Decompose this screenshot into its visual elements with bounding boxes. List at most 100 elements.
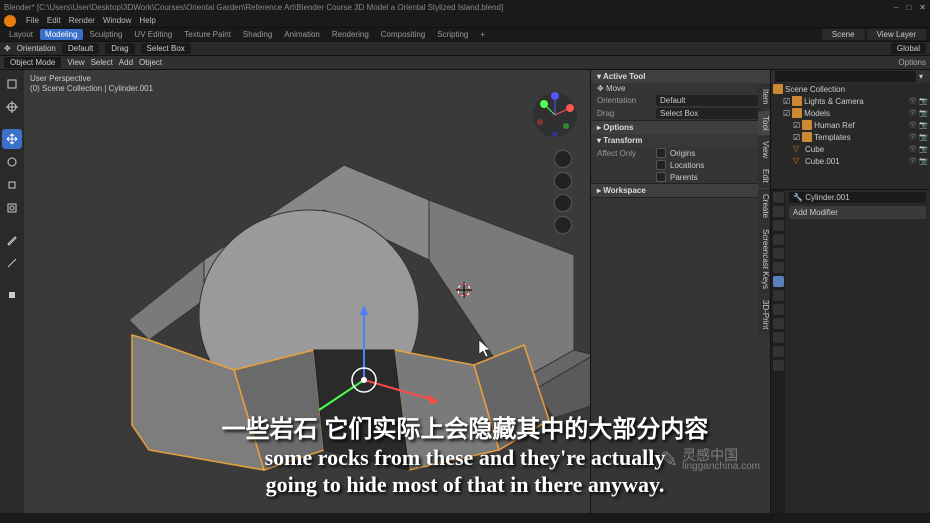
- pan-icon[interactable]: [554, 172, 572, 190]
- tab-compositing[interactable]: Compositing: [376, 29, 430, 40]
- prop-tab-texture[interactable]: [773, 360, 784, 371]
- tool-scale[interactable]: [2, 175, 22, 195]
- tool-annotate[interactable]: [2, 230, 22, 250]
- prop-tab-world[interactable]: [773, 248, 784, 259]
- mode-dropdown[interactable]: Object Mode: [4, 57, 61, 68]
- menu-edit[interactable]: Edit: [47, 16, 61, 25]
- prop-tab-object[interactable]: [773, 262, 784, 273]
- prop-tab-modifiers[interactable]: [773, 276, 784, 287]
- outliner-search[interactable]: [775, 71, 916, 82]
- persp-ortho-icon[interactable]: [554, 216, 572, 234]
- npanel-active-tool-header[interactable]: ▾ Active Tool: [591, 70, 770, 83]
- menu-file[interactable]: File: [26, 16, 39, 25]
- ntab-screencast[interactable]: Screencast Keys: [758, 224, 770, 294]
- camera-view-icon[interactable]: [554, 194, 572, 212]
- outliner-obj-cube001[interactable]: Cube.001👁📷: [771, 155, 930, 167]
- tab-animation[interactable]: Animation: [279, 29, 325, 40]
- ntab-create[interactable]: Create: [758, 189, 770, 223]
- tool-add-cube[interactable]: [2, 285, 22, 305]
- properties-breadcrumb: 🔧 Cylinder.001: [789, 192, 926, 203]
- ntab-edit[interactable]: Edit: [758, 164, 770, 188]
- prop-tab-particles[interactable]: [773, 290, 784, 301]
- tab-uv-editing[interactable]: UV Editing: [129, 29, 177, 40]
- viewport-object-path: (0) Scene Collection | Cylinder.001: [30, 84, 153, 94]
- tool-rotate[interactable]: [2, 152, 22, 172]
- viewport-header: Object Mode View Select Add Object Optio…: [0, 56, 930, 70]
- ntab-item[interactable]: Item: [758, 84, 770, 110]
- tab-texture-paint[interactable]: Texture Paint: [179, 29, 236, 40]
- properties-panel: 🔧 Cylinder.001 Add Modifier: [771, 190, 930, 513]
- orientation-dropdown[interactable]: Default: [62, 43, 99, 54]
- close-icon[interactable]: ✕: [919, 3, 926, 12]
- outliner-coll-models[interactable]: ☑ Models👁📷: [771, 107, 930, 119]
- outliner-filter-icon[interactable]: ▾: [916, 72, 926, 81]
- tool-settings-bar: ✥ Orientation Default Drag Select Box Gl…: [0, 42, 930, 56]
- outliner-obj-cube[interactable]: Cube👁📷: [771, 143, 930, 155]
- menu-render[interactable]: Render: [69, 16, 95, 25]
- tool-cursor[interactable]: [2, 97, 22, 117]
- ntab-tool[interactable]: Tool: [758, 111, 770, 136]
- tool-select-box[interactable]: [2, 74, 22, 94]
- header-add[interactable]: Add: [119, 58, 133, 67]
- outliner-coll-humanref[interactable]: ☑ Human Ref👁📷: [771, 119, 930, 131]
- header-object[interactable]: Object: [139, 58, 162, 67]
- drag-dropdown[interactable]: Drag: [105, 43, 134, 54]
- outliner-scene-collection[interactable]: Scene Collection: [771, 83, 930, 95]
- prop-tab-physics[interactable]: [773, 304, 784, 315]
- menubar: File Edit Render Window Help: [0, 14, 930, 28]
- npanel-transform-header[interactable]: ▾ Transform: [591, 134, 770, 147]
- scene-selector[interactable]: Scene: [822, 29, 865, 40]
- prop-tab-scene[interactable]: [773, 234, 784, 245]
- tab-add[interactable]: +: [475, 29, 490, 40]
- prop-tab-material[interactable]: [773, 346, 784, 357]
- window-title: Blender* [C:\Users\User\Desktop\3DWork\C…: [4, 3, 894, 12]
- statusbar: [0, 513, 930, 523]
- select-mode-dropdown[interactable]: Select Box: [141, 43, 191, 54]
- prop-tab-viewlayer[interactable]: [773, 220, 784, 231]
- tab-scripting[interactable]: Scripting: [432, 29, 473, 40]
- tool-transform[interactable]: [2, 198, 22, 218]
- ntab-3dprint[interactable]: 3D-Print: [758, 295, 770, 334]
- npanel-drag-value[interactable]: Select Box: [656, 108, 764, 119]
- transform-orientation[interactable]: Global: [891, 43, 926, 54]
- add-modifier-button[interactable]: Add Modifier: [789, 206, 926, 219]
- n-panel-tabs: Item Tool View Edit Create Screencast Ke…: [758, 84, 770, 336]
- view-layer-selector[interactable]: View Layer: [867, 29, 926, 40]
- npanel-orientation-value[interactable]: Default: [656, 95, 764, 106]
- minimize-icon[interactable]: –: [894, 3, 898, 12]
- tab-modeling[interactable]: Modeling: [40, 29, 82, 40]
- ntab-view[interactable]: View: [758, 136, 770, 163]
- menu-help[interactable]: Help: [139, 16, 155, 25]
- tab-sculpting[interactable]: Sculpting: [85, 29, 128, 40]
- orientation-label: Orientation: [17, 44, 56, 53]
- prop-tab-constraints[interactable]: [773, 318, 784, 329]
- npanel-locations-checkbox[interactable]: [656, 160, 666, 170]
- workspace-tabs: Layout Modeling Sculpting UV Editing Tex…: [0, 28, 930, 42]
- prop-tab-output[interactable]: [773, 206, 784, 217]
- maximize-icon[interactable]: □: [906, 3, 911, 12]
- npanel-options-header[interactable]: ▸ Options: [591, 121, 770, 134]
- header-select[interactable]: Select: [91, 58, 113, 67]
- outliner: ▾ Scene Collection ☑ Lights & Camera👁📷 ☑…: [771, 70, 930, 190]
- outliner-coll-templates[interactable]: ☑ Templates👁📷: [771, 131, 930, 143]
- viewport-3d[interactable]: User Perspective (0) Scene Collection | …: [24, 70, 590, 513]
- npanel-parents-checkbox[interactable]: [656, 172, 666, 182]
- blender-logo-icon[interactable]: [4, 15, 16, 27]
- nav-gizmo[interactable]: [530, 90, 580, 140]
- npanel-workspace-header[interactable]: ▸ Workspace: [591, 184, 770, 197]
- tab-layout[interactable]: Layout: [4, 29, 38, 40]
- tab-rendering[interactable]: Rendering: [327, 29, 374, 40]
- tool-measure[interactable]: [2, 253, 22, 273]
- move-tool-icon: ✥: [4, 44, 11, 53]
- npanel-origins-checkbox[interactable]: [656, 148, 666, 158]
- header-view[interactable]: View: [67, 58, 84, 67]
- outliner-coll-lights[interactable]: ☑ Lights & Camera👁📷: [771, 95, 930, 107]
- prop-tab-render[interactable]: [773, 192, 784, 203]
- tab-shading[interactable]: Shading: [238, 29, 277, 40]
- viewport-nav-icons: [554, 150, 572, 234]
- prop-tab-data[interactable]: [773, 332, 784, 343]
- tool-move[interactable]: [2, 129, 22, 149]
- menu-window[interactable]: Window: [103, 16, 131, 25]
- header-options[interactable]: Options: [898, 58, 926, 67]
- zoom-icon[interactable]: [554, 150, 572, 168]
